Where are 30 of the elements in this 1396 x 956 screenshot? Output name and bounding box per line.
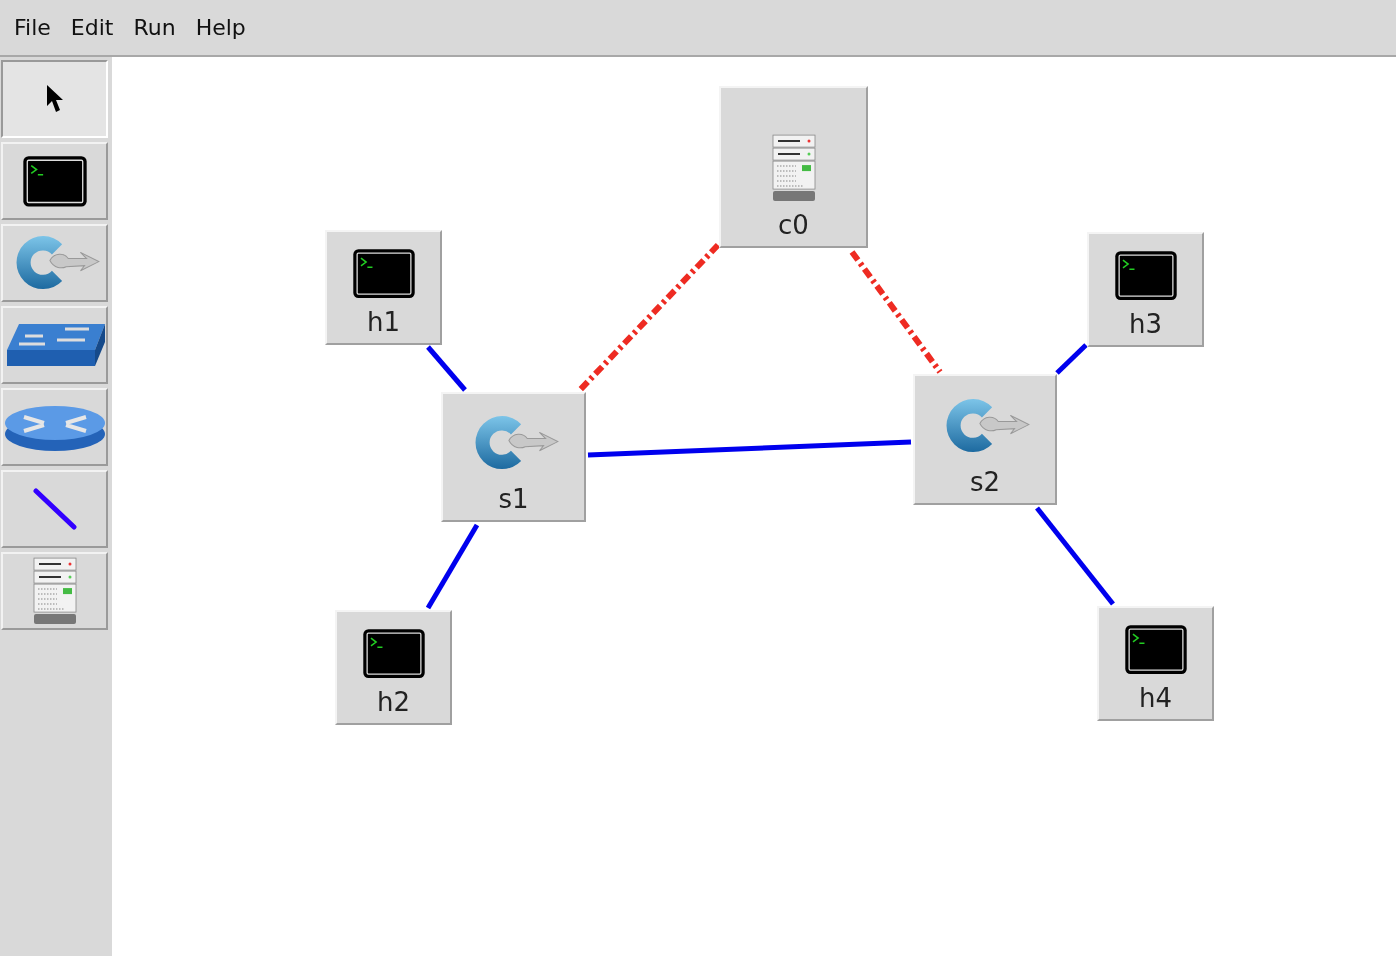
- node-label: h1: [367, 307, 400, 337]
- terminal-icon: [351, 247, 416, 299]
- controller-node[interactable]: c0: [719, 86, 868, 248]
- link-line: [426, 345, 467, 392]
- terminal-icon: [1123, 623, 1188, 675]
- link-line: [1055, 343, 1088, 375]
- host-node[interactable]: h1: [325, 230, 442, 345]
- terminal-icon: [1113, 249, 1178, 301]
- menu-item[interactable]: Run: [123, 7, 186, 48]
- switch-node[interactable]: s1: [441, 392, 586, 522]
- link-icon: [32, 488, 77, 530]
- host-node[interactable]: h3: [1087, 232, 1204, 347]
- menu-item[interactable]: Help: [185, 7, 256, 48]
- node-label: s2: [969, 467, 1001, 497]
- tool-button[interactable]: [1, 60, 108, 138]
- node-label: h3: [1129, 309, 1162, 339]
- terminal-icon: [21, 154, 88, 208]
- host-node[interactable]: h2: [335, 610, 452, 725]
- node-label: h2: [377, 687, 410, 717]
- terminal-icon: [361, 627, 426, 679]
- menu-item[interactable]: File: [4, 7, 61, 48]
- host-node[interactable]: h4: [1097, 606, 1214, 721]
- switch-node[interactable]: s2: [913, 374, 1057, 505]
- node-label: h4: [1139, 683, 1172, 713]
- server-icon: [32, 556, 77, 626]
- pointer-icon: [44, 84, 65, 114]
- server-icon: [771, 133, 816, 202]
- menu-item[interactable]: Edit: [60, 7, 124, 48]
- node-label: c0: [778, 210, 809, 240]
- node-label: s1: [498, 484, 529, 514]
